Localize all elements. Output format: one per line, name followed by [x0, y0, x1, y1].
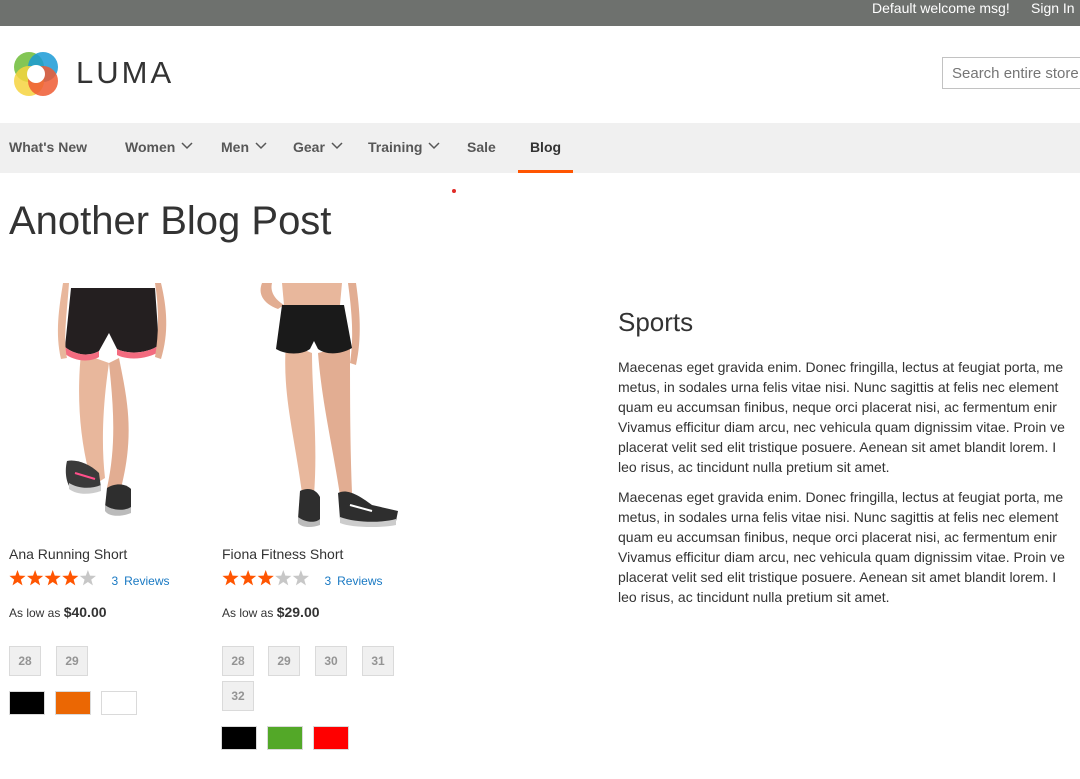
size-swatch-28[interactable]: 28 — [9, 646, 41, 676]
reviews-link[interactable]: 3 Reviews — [324, 574, 382, 588]
rating-stars — [222, 570, 312, 592]
paragraph-line: leo risus, ac tincidunt nulla pretium si… — [618, 589, 890, 605]
luma-logo-icon[interactable] — [10, 48, 62, 100]
nav-item-women[interactable]: Women — [125, 123, 193, 173]
product-price: As low as $29.00 — [222, 604, 320, 620]
rating-stars — [9, 570, 99, 592]
nav-item-men[interactable]: Men — [221, 123, 267, 173]
paragraph-line: quam eu accumsan finibus, neque orci pla… — [618, 529, 1057, 545]
nav-item-whats-new[interactable]: What's New — [9, 123, 87, 173]
price-prefix: As low as — [9, 606, 61, 620]
rating-stars-graphic — [222, 570, 309, 586]
rating-stars-graphic — [9, 570, 96, 586]
paragraph-line: metus, in sodales urna felis vitae nisi.… — [618, 379, 1059, 395]
article-paragraph: Maecenas eget gravida enim. Donec fringi… — [618, 487, 1080, 607]
price-value: $40.00 — [63, 604, 107, 620]
price-value: $29.00 — [276, 604, 320, 620]
nav-label: Women — [125, 139, 176, 155]
color-swatch-black[interactable] — [221, 726, 257, 750]
chevron-down-icon — [181, 142, 193, 150]
logo-wordmark[interactable]: LUMA — [76, 56, 174, 90]
color-swatch-red[interactable] — [313, 726, 349, 750]
product-rating: 3 Reviews — [222, 570, 383, 588]
star-filled-icon — [257, 570, 274, 586]
size-swatch-32[interactable]: 32 — [222, 681, 254, 711]
chevron-down-icon — [331, 142, 343, 150]
nav-label: Gear — [293, 139, 325, 155]
nav-label: Men — [221, 139, 249, 155]
paragraph-line: placerat velit sed elit tristique posuer… — [618, 569, 1057, 585]
decorative-dot — [452, 189, 456, 193]
size-swatch-31[interactable]: 31 — [362, 646, 394, 676]
color-swatch-orange[interactable] — [55, 691, 91, 715]
nav-label: Blog — [529, 139, 562, 155]
paragraph-line: Maecenas eget gravida enim. Donec fringi… — [618, 359, 1064, 375]
search-box[interactable] — [942, 57, 1080, 89]
paragraph-line: placerat velit sed elit tristique posuer… — [618, 439, 1057, 455]
star-filled-icon — [27, 570, 44, 586]
page-title: Another Blog Post — [9, 199, 332, 243]
product-name[interactable]: Fiona Fitness Short — [222, 546, 343, 562]
chevron-down-icon — [255, 142, 267, 150]
search-input[interactable] — [943, 58, 1080, 88]
top-bar: Default welcome msg! Sign In — [0, 0, 1080, 26]
star-filled-icon — [62, 570, 79, 586]
nav-item-sale[interactable]: Sale — [467, 123, 496, 173]
color-swatch-black[interactable] — [9, 691, 45, 715]
reviews-label[interactable]: Reviews — [337, 574, 382, 588]
main-navigation: What's New Women Men Gear Training Sale … — [0, 123, 1080, 173]
chevron-down-icon — [428, 142, 440, 150]
review-count[interactable]: 3 — [111, 574, 118, 588]
nav-item-blog[interactable]: Blog — [518, 123, 573, 173]
welcome-message: Default welcome msg! — [872, 0, 1010, 16]
star-filled-icon — [240, 570, 257, 586]
star-filled-icon — [222, 570, 239, 586]
star-empty-icon — [292, 570, 309, 586]
color-swatch-green[interactable] — [267, 726, 303, 750]
size-swatch-30[interactable]: 30 — [315, 646, 347, 676]
reviews-label[interactable]: Reviews — [124, 574, 169, 588]
size-swatch-28[interactable]: 28 — [222, 646, 254, 676]
star-filled-icon — [44, 570, 61, 586]
nav-item-training[interactable]: Training — [368, 123, 440, 173]
paragraph-line: quam eu accumsan finibus, neque orci pla… — [618, 399, 1057, 415]
star-empty-icon — [275, 570, 292, 586]
review-count[interactable]: 3 — [324, 574, 331, 588]
paragraph-line: metus, in sodales urna felis vitae nisi.… — [618, 509, 1059, 525]
reviews-link[interactable]: 3 Reviews — [111, 574, 169, 588]
paragraph-line: Maecenas eget gravida enim. Donec fringi… — [618, 489, 1064, 505]
product-price: As low as $40.00 — [9, 604, 107, 620]
article-paragraph: Maecenas eget gravida enim. Donec fringi… — [618, 357, 1080, 477]
nav-label: Training — [368, 139, 423, 155]
nav-item-gear[interactable]: Gear — [293, 123, 343, 173]
size-swatch-29[interactable]: 29 — [56, 646, 88, 676]
paragraph-line: Vivamus efficitur diam arcu, nec vehicul… — [618, 419, 1065, 435]
nav-label: What's New — [9, 139, 88, 155]
paragraph-line: Vivamus efficitur diam arcu, nec vehicul… — [618, 549, 1065, 565]
paragraph-line: leo risus, ac tincidunt nulla pretium si… — [618, 459, 890, 475]
product-rating: 3 Reviews — [9, 570, 170, 588]
product-image[interactable] — [222, 283, 422, 528]
article-heading: Sports — [618, 307, 694, 337]
nav-label: Sale — [467, 139, 496, 155]
color-swatch-white[interactable] — [101, 691, 137, 715]
size-swatch-29[interactable]: 29 — [268, 646, 300, 676]
sign-in-link[interactable]: Sign In — [1031, 0, 1075, 16]
product-image[interactable] — [9, 283, 209, 528]
product-name[interactable]: Ana Running Short — [9, 546, 127, 562]
price-prefix: As low as — [222, 606, 274, 620]
star-filled-icon — [9, 570, 26, 586]
star-empty-icon — [79, 570, 96, 586]
